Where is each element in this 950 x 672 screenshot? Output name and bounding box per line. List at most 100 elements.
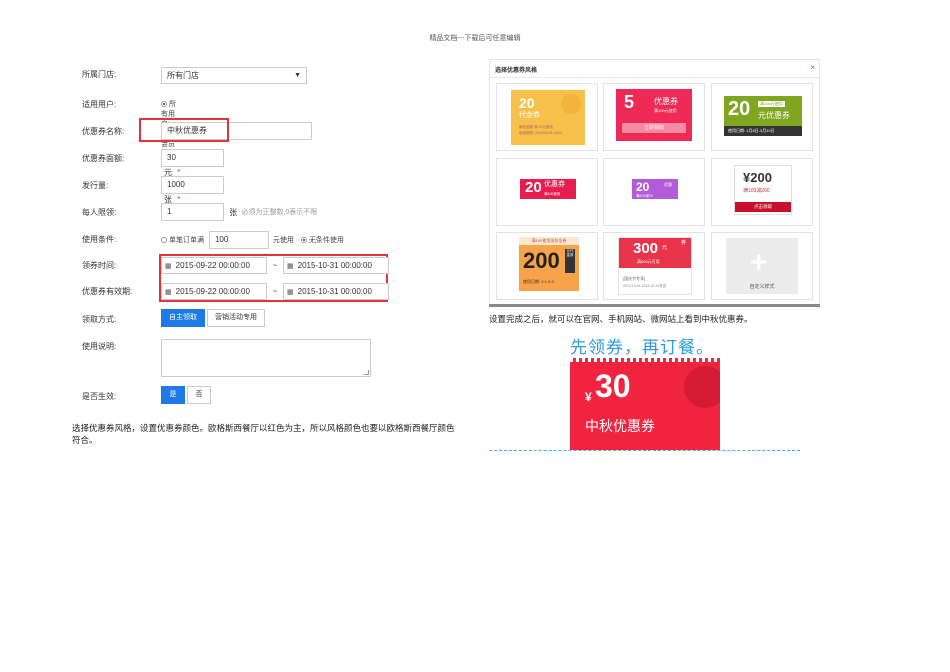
coupon-style-8[interactable]: 300 元 券 满600元可用 [国庆节专享] 2015.10.01-2015.…	[603, 232, 705, 300]
claim-method-label: 领取方式:	[82, 315, 117, 324]
coupon-style-4-amount: 20	[525, 179, 542, 196]
amount-input[interactable]: 30	[161, 149, 224, 167]
store-select-value: 所有门店	[167, 71, 199, 80]
claim-start-value: 2015-09-22 00:00:00	[175, 261, 250, 270]
coupon-style-8-corner: 券	[681, 240, 687, 246]
coupon-style-6-claim-button: 点击领取	[735, 202, 791, 212]
coupon-style-4[interactable]: 20 优惠券 满400使用	[496, 158, 598, 226]
claim-end-value: 2015-10-31 00:00:00	[297, 261, 372, 270]
per-person-input[interactable]: 1	[161, 203, 224, 221]
coupon-style-8-amount: 300	[633, 240, 659, 257]
description-label: 使用说明:	[82, 342, 117, 351]
panel-bottom-border	[489, 304, 820, 307]
calendar-icon: ▦	[287, 263, 294, 270]
coupon-style-7-header: 满100使用抵扣金券	[519, 237, 579, 245]
claim-start-date[interactable]: ▦ 2015-09-22 00:00:00	[161, 257, 267, 274]
coupon-style-2-title: 优惠券	[654, 97, 678, 106]
coupon-style-7-card: 满100使用抵扣金券 200 元代金券 使用日期: 3.1-9.9	[519, 237, 579, 291]
active-no-button[interactable]: 否	[187, 386, 211, 404]
preview-coupon-name: 中秋优惠券	[585, 418, 655, 434]
coupon-style-3-date: 使用日期: 1月8日-3月10日	[724, 126, 802, 136]
coupon-style-2-card: 5 优惠券 满100元使用 立即领取	[616, 89, 692, 141]
radio-order-min[interactable]	[161, 236, 167, 243]
self-claim-button[interactable]: 自主领取	[161, 309, 205, 327]
coupon-style-7[interactable]: 满100使用抵扣金券 200 元代金券 使用日期: 3.1-9.9	[496, 232, 598, 300]
left-description-paragraph: 选择优惠券风格，设置优惠券颜色。欧格斯西餐厅以红色为主，所以风格颜色也要以欧格斯…	[72, 424, 455, 446]
right-description-paragraph: 设置完成之后，就可以在官网、手机网站、微网站上看到中秋优惠券。	[489, 315, 753, 325]
user-scope-label: 适用用户:	[82, 100, 117, 109]
order-min-after-label: 元使用	[272, 236, 294, 244]
valid-start-date[interactable]: ▦ 2015-09-22 00:00:00	[161, 283, 267, 300]
coupon-style-4-card: 20 优惠券 满400使用	[520, 179, 576, 199]
description-textarea[interactable]	[161, 339, 371, 377]
coupon-style-3-card: 20 满100元使用 元优惠券 使用日期: 1月8日-3月10日	[724, 96, 802, 136]
coupon-style-2-claim-button: 立即领取	[622, 123, 686, 133]
dropdown-arrow-icon: ▼	[294, 72, 301, 79]
coupon-style-1-line2: 使用期限: 2015/03/04-04/01	[519, 131, 563, 135]
coupon-style-1-amount: 20	[519, 95, 535, 111]
coupon-style-3-tag: 满100元使用	[758, 101, 785, 107]
claim-end-date[interactable]: ▦ 2015-10-31 00:00:00	[283, 257, 389, 274]
document-header-note: 精品文档---下载后可任意编辑	[429, 34, 521, 42]
coupon-style-6-sub: 满100减200	[743, 188, 770, 194]
radio-order-min-label: 单笔订单满	[169, 236, 204, 244]
active-label: 是否生效:	[82, 392, 117, 401]
coupon-style-7-date: 使用日期: 3.1-9.9	[523, 279, 554, 284]
coupon-style-1-line1: 最低金额 满 15元使用	[519, 125, 553, 129]
coupon-style-7-side: 元代金券	[565, 249, 575, 273]
coupon-style-7-amount: 200	[523, 248, 560, 273]
coupon-style-3-amount: 20	[728, 98, 751, 120]
coupon-style-4-sub: 满400使用	[544, 192, 561, 196]
panel-divider	[490, 77, 819, 78]
radio-all-users[interactable]	[161, 101, 167, 107]
preview-coupon: ¥ 30 中秋优惠券	[570, 358, 720, 450]
coupon-style-5[interactable]: 20 优惠 满100减20	[603, 158, 705, 226]
valid-start-value: 2015-09-22 00:00:00	[175, 287, 250, 296]
issue-count-value: 1000	[167, 180, 185, 189]
date-separator: ~	[272, 261, 278, 270]
date-separator: ~	[272, 287, 278, 296]
coupon-style-2-sub: 满100元使用	[654, 108, 677, 113]
preview-headline: 先领券，再订餐。	[570, 338, 714, 357]
coupon-style-5-card: 20 优惠 满100减20	[632, 179, 678, 199]
order-min-value: 100	[214, 235, 229, 244]
preview-dashed-divider	[489, 450, 800, 451]
issue-count-label: 发行量:	[82, 181, 109, 190]
radio-no-condition-label: 无条件使用	[308, 236, 344, 244]
valid-end-date[interactable]: ▦ 2015-10-31 00:00:00	[283, 283, 389, 300]
coupon-seal	[561, 94, 581, 114]
close-icon[interactable]: ×	[810, 63, 815, 72]
order-min-input[interactable]: 100	[208, 231, 269, 249]
plus-icon: +	[750, 246, 768, 279]
coupon-style-2[interactable]: 5 优惠券 满100元使用 立即领取	[603, 83, 705, 151]
store-label: 所属门店:	[82, 70, 117, 79]
coupon-style-8-foot1: [国庆节专享]	[623, 276, 646, 281]
coupon-style-8-foot2: 2015.10.01-2015.10.10有效	[623, 284, 667, 288]
coupon-style-1-card: 20 代金券 最低金额 满 15元使用 使用期限: 2015/03/04-04/…	[511, 90, 585, 145]
active-yes-button[interactable]: 是	[161, 386, 185, 404]
coupon-seal	[684, 366, 720, 408]
coupon-name-highlight-box	[139, 118, 229, 142]
coupon-style-custom[interactable]: + 自定义样式	[711, 232, 813, 300]
coupon-style-4-title: 优惠券	[544, 181, 565, 188]
issue-count-input[interactable]: 1000	[161, 176, 224, 194]
coupon-style-6[interactable]: ¥200 满100减200 点击领取	[711, 158, 813, 226]
radio-no-condition[interactable]	[300, 236, 307, 243]
marketing-only-button[interactable]: 营销活动专用	[207, 309, 265, 327]
coupon-style-panel: 选择优惠券风格 × 20 代金券 最低金额 满 15元使用 使用期限: 2015…	[489, 59, 820, 307]
amount-value: 30	[167, 153, 176, 162]
amount-label: 优惠券面额:	[82, 154, 125, 163]
coupon-style-8-card: 300 元 券 满600元可用 [国庆节专享] 2015.10.01-2015.…	[618, 237, 692, 295]
coupon-style-5-side: 优惠	[664, 182, 672, 187]
per-person-hint: 必须为正整数,0表示不限	[241, 209, 318, 216]
condition-label: 使用条件:	[82, 235, 117, 244]
calendar-icon: ▦	[165, 263, 172, 270]
coupon-style-1[interactable]: 20 代金券 最低金额 满 15元使用 使用期限: 2015/03/04-04/…	[496, 83, 598, 151]
panel-title: 选择优惠券风格	[495, 68, 538, 74]
valid-end-value: 2015-10-31 00:00:00	[297, 287, 372, 296]
custom-style-label: 自定义样式	[749, 284, 775, 290]
coupon-style-5-sub: 满100减20	[636, 194, 653, 198]
coupon-style-6-amount: ¥200	[743, 170, 772, 185]
coupon-style-3[interactable]: 20 满100元使用 元优惠券 使用日期: 1月8日-3月10日	[711, 83, 813, 151]
store-select[interactable]: 所有门店 ▼	[161, 67, 307, 84]
